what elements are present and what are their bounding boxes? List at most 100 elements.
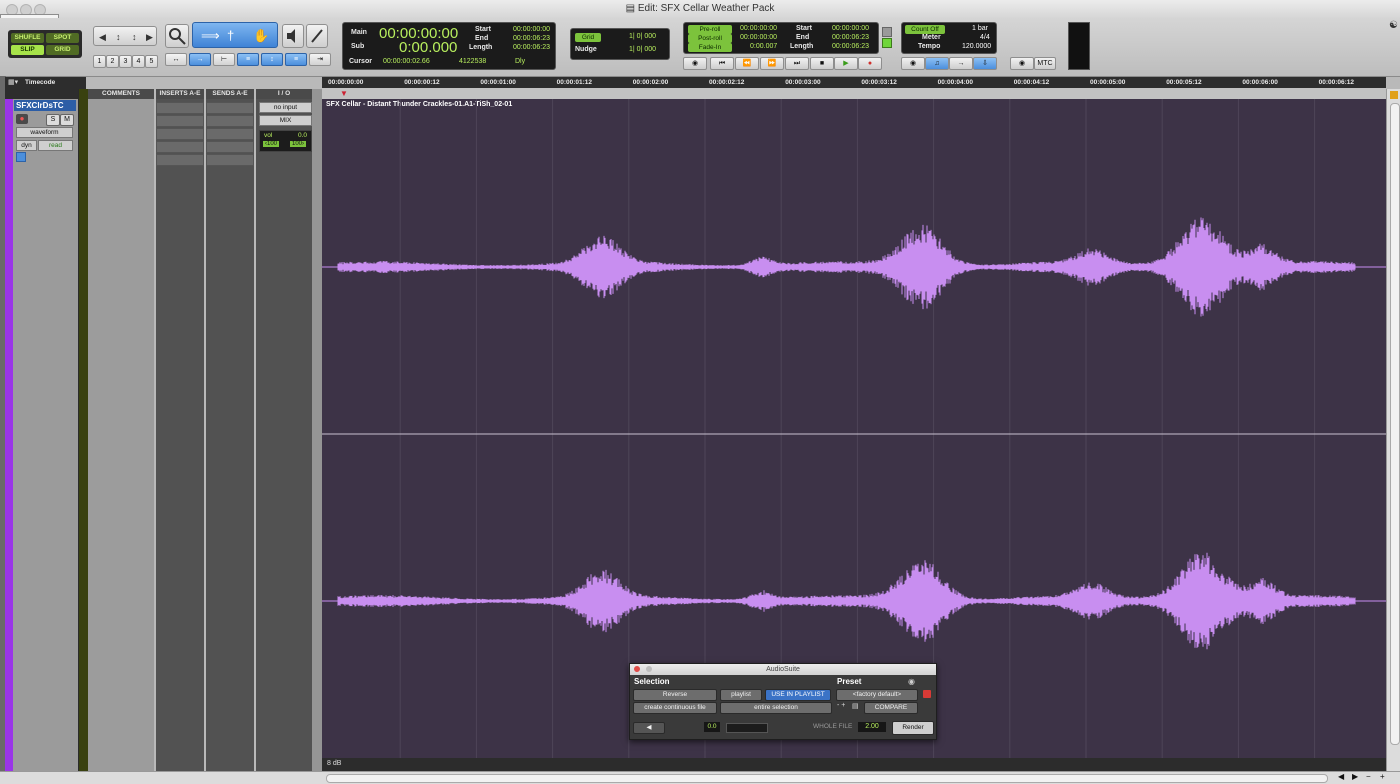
keyboard-focus-button[interactable]: ⇥: [309, 53, 331, 66]
edit-playlist-area[interactable]: SFX Cellar - Distant Thunder Crackles-01…: [322, 99, 1386, 758]
handle-length-value[interactable]: 2.00: [858, 722, 886, 732]
wait-for-note-button[interactable]: ◉: [901, 57, 925, 70]
length-value[interactable]: 00:00:06:23: [513, 44, 550, 51]
preset-selector[interactable]: <factory default>: [836, 689, 918, 701]
insert-slot-b[interactable]: [156, 115, 204, 127]
mute-button[interactable]: M: [60, 114, 74, 126]
fadein-label[interactable]: Fade-In: [688, 43, 732, 52]
postroll-label[interactable]: Post-roll: [688, 34, 732, 43]
audiosuite-titlebar[interactable]: AudioSuite: [630, 664, 936, 675]
input-selector[interactable]: no input: [259, 102, 312, 113]
go-to-end-button[interactable]: ⏭: [785, 57, 809, 70]
postroll-value[interactable]: 00:00:00:00: [740, 34, 777, 41]
pan-left-value[interactable]: ‹100: [263, 141, 280, 147]
output-selector[interactable]: MIX: [259, 115, 312, 126]
waveform-zoom-readout[interactable]: 8 dB: [327, 760, 341, 767]
pan-right-value[interactable]: 100›: [290, 141, 307, 147]
sub-counter-value[interactable]: 0:00.000: [399, 39, 457, 56]
mtc-button[interactable]: MTC: [1034, 57, 1056, 70]
sync-button[interactable]: ◉: [1010, 57, 1034, 70]
count-off-button[interactable]: Count Off: [905, 25, 945, 34]
grid-label[interactable]: Grid: [575, 33, 601, 42]
horizontal-scroll-thumb[interactable]: [326, 774, 1328, 783]
conductor-button[interactable]: ⇩: [973, 57, 997, 70]
preset-librarian-icon[interactable]: ▤: [852, 702, 859, 710]
vertical-scrollbar[interactable]: [1386, 89, 1400, 771]
send-slot-c[interactable]: [206, 128, 254, 140]
automation-mode-selector[interactable]: read: [38, 140, 73, 151]
insert-slot-c[interactable]: [156, 128, 204, 140]
toolbar-menu-icon[interactable]: ☯: [1389, 20, 1398, 31]
playlist-selector[interactable]: playlist: [720, 689, 762, 701]
start-value[interactable]: 00:00:00:00: [513, 26, 550, 33]
link-timeline-button[interactable]: →: [189, 53, 211, 66]
bypass-icon[interactable]: [923, 690, 931, 698]
record-button[interactable]: ●: [858, 57, 882, 70]
send-slot-b[interactable]: [206, 115, 254, 127]
spot-mode-button[interactable]: SPOT: [46, 33, 79, 43]
insert-slot-a[interactable]: [156, 102, 204, 114]
insert-slot-d[interactable]: [156, 141, 204, 153]
audiosuite-close-button[interactable]: [634, 666, 640, 672]
online-button[interactable]: ◉: [683, 57, 707, 70]
waveform-channel-left[interactable]: [322, 217, 1386, 317]
input-gain-value[interactable]: 0.0: [704, 722, 720, 732]
smart-tool[interactable]: ⟹ † ✋: [192, 22, 278, 48]
stop-button[interactable]: ■: [810, 57, 834, 70]
mirror-midi-button[interactable]: ≡: [237, 53, 259, 66]
audiosuite-minimize-button[interactable]: [646, 666, 652, 672]
return-to-zero-button[interactable]: ⏮: [710, 57, 734, 70]
nudge-value[interactable]: 1| 0| 000: [629, 46, 656, 53]
link-track-button[interactable]: ⊢: [213, 53, 235, 66]
scroll-left-icon[interactable]: ◀: [1338, 772, 1344, 781]
vertical-scroll-thumb[interactable]: [1390, 103, 1400, 745]
playlist-icon[interactable]: [16, 152, 26, 162]
preroll-label[interactable]: Pre-roll: [688, 25, 732, 34]
end-value[interactable]: 00:00:06:23: [513, 35, 550, 42]
shuffle-mode-button[interactable]: SHUFLE: [11, 33, 44, 43]
whole-file-label[interactable]: WHOLE FILE: [813, 723, 852, 730]
zoom-in-icon[interactable]: +: [1380, 772, 1385, 781]
zoom-out-icon[interactable]: −: [1366, 772, 1371, 781]
zoom-preset-2[interactable]: 2: [106, 55, 119, 68]
tab-to-transient-button[interactable]: ↔: [165, 53, 187, 66]
scroll-corner-icon[interactable]: [1390, 91, 1398, 99]
insert-slot-e[interactable]: [156, 154, 204, 166]
track-view-selector[interactable]: waveform: [16, 127, 73, 138]
render-button[interactable]: Render: [892, 721, 934, 735]
preview-button[interactable]: ◀: [633, 722, 665, 734]
dly-label[interactable]: Dly: [515, 58, 525, 65]
fast-forward-button[interactable]: ⏩: [760, 57, 784, 70]
dyn-button[interactable]: dyn: [16, 140, 37, 151]
zoom-preset-5[interactable]: 5: [145, 55, 158, 68]
grid-mode-button[interactable]: GRID: [46, 45, 79, 55]
metronome-button[interactable]: ♫: [925, 57, 949, 70]
countoff-button[interactable]: →: [949, 57, 973, 70]
scrubber-tool[interactable]: [282, 24, 304, 48]
file-mode-selector[interactable]: create continuous file: [633, 702, 717, 714]
pencil-tool[interactable]: [306, 24, 328, 48]
play-button[interactable]: ▶: [834, 57, 858, 70]
zoom-preset-1[interactable]: 1: [93, 55, 106, 68]
rewind-button[interactable]: ⏪: [735, 57, 759, 70]
view-menu-icon[interactable]: ▦▾: [8, 78, 18, 86]
playhead-marker-icon[interactable]: ▼: [340, 89, 348, 98]
transport-end-value[interactable]: 00:00:06:23: [832, 34, 869, 41]
transport-length-value[interactable]: 00:00:06:23: [832, 43, 869, 50]
plugin-selector[interactable]: Reverse: [633, 689, 717, 701]
insertion-follows-button[interactable]: ↕: [261, 53, 283, 66]
track-name[interactable]: SFXClrDsTC: [14, 100, 76, 111]
meter-value[interactable]: 4/4: [980, 34, 990, 41]
send-slot-e[interactable]: [206, 154, 254, 166]
tempo-value[interactable]: 120.0000: [962, 43, 991, 50]
transport-start-value[interactable]: 00:00:00:00: [832, 25, 869, 32]
zoom-preset-4[interactable]: 4: [132, 55, 145, 68]
grid-value[interactable]: 1| 0| 000: [629, 33, 656, 40]
record-enable-button[interactable]: ●: [16, 114, 28, 124]
solo-button[interactable]: S: [46, 114, 60, 126]
zoom-buttons[interactable]: ◀ ↕ ↕ ▶: [93, 26, 157, 46]
preroll-value[interactable]: 00:00:00:00: [740, 25, 777, 32]
online-indicator[interactable]: [882, 27, 892, 37]
scroll-right-icon[interactable]: ▶: [1352, 772, 1358, 781]
slip-mode-button[interactable]: SLIP: [11, 45, 44, 55]
